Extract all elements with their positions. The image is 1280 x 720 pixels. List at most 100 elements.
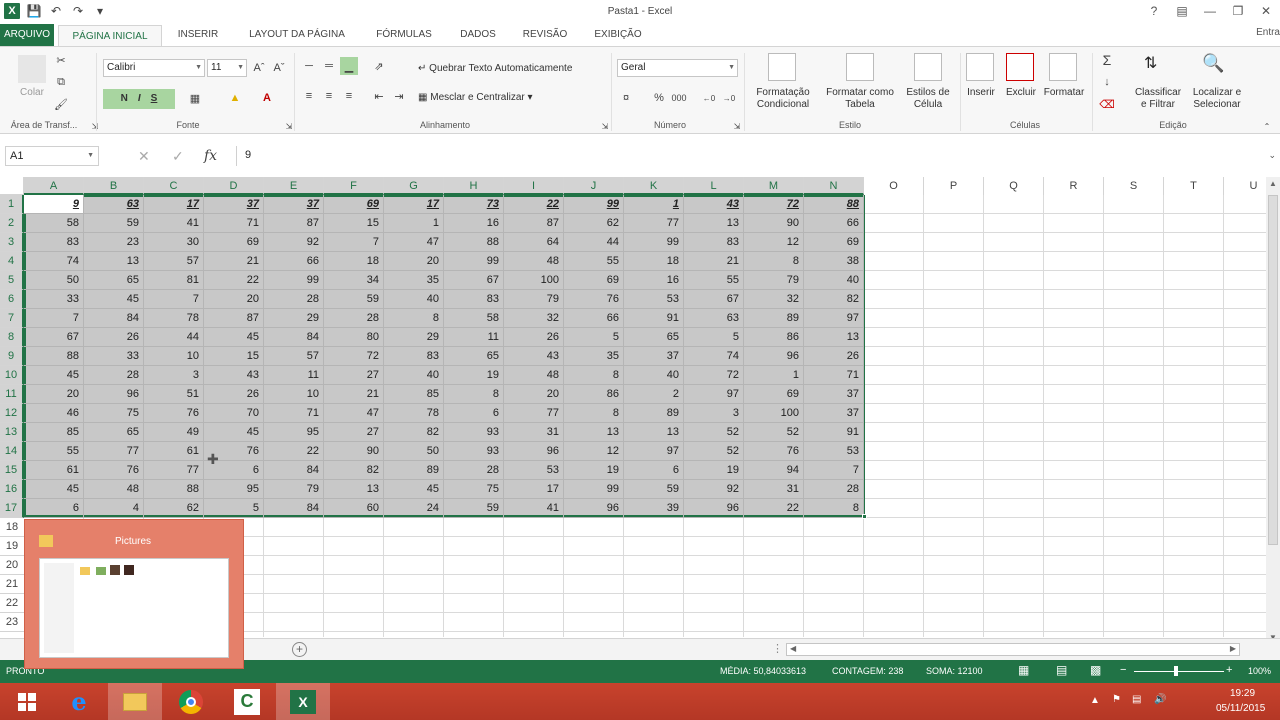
row-header-4[interactable]: 4 <box>0 252 24 271</box>
cell-d1[interactable]: 37 <box>204 195 264 214</box>
cell-l6[interactable]: 67 <box>684 290 744 309</box>
zoom-slider[interactable] <box>1134 671 1224 672</box>
tab-home[interactable]: PÁGINA INICIAL <box>58 25 162 47</box>
column-header-i[interactable]: I <box>504 177 564 195</box>
cell-e15[interactable]: 84 <box>264 461 324 480</box>
cell-n17[interactable]: 8 <box>804 499 864 518</box>
cell-m6[interactable]: 32 <box>744 290 804 309</box>
cell-g7[interactable]: 8 <box>384 309 444 328</box>
cell-a8[interactable]: 67 <box>24 328 84 347</box>
scroll-thumb[interactable] <box>1268 195 1278 545</box>
format-painter-icon[interactable]: 🖌 <box>52 95 70 113</box>
column-header-m[interactable]: M <box>744 177 804 195</box>
help-icon[interactable]: ? <box>1140 0 1168 22</box>
cell-b11[interactable]: 96 <box>84 385 144 404</box>
format-as-table-button[interactable]: Formatar como Tabela <box>820 87 900 111</box>
row-header-13[interactable]: 13 <box>0 423 24 442</box>
cell-k16[interactable]: 59 <box>624 480 684 499</box>
minimize-button[interactable]: — <box>1196 0 1224 22</box>
cell-l8[interactable]: 5 <box>684 328 744 347</box>
row-header-3[interactable]: 3 <box>0 233 24 252</box>
fill-color-icon[interactable]: ▲ <box>226 89 244 107</box>
decrease-indent-icon[interactable]: ⇤ <box>370 87 388 105</box>
cell-m16[interactable]: 31 <box>744 480 804 499</box>
insert-function-button[interactable]: fx <box>204 148 217 164</box>
cell-k1[interactable]: 1 <box>624 195 684 214</box>
cell-c3[interactable]: 30 <box>144 233 204 252</box>
cell-l1[interactable]: 43 <box>684 195 744 214</box>
cell-f16[interactable]: 13 <box>324 480 384 499</box>
italic-button[interactable]: I <box>138 93 141 104</box>
cell-f14[interactable]: 90 <box>324 442 384 461</box>
cell-n10[interactable]: 71 <box>804 366 864 385</box>
row-header-16[interactable]: 16 <box>0 480 24 499</box>
cell-m2[interactable]: 90 <box>744 214 804 233</box>
column-header-l[interactable]: L <box>684 177 744 195</box>
cell-d10[interactable]: 43 <box>204 366 264 385</box>
cell-a12[interactable]: 46 <box>24 404 84 423</box>
cell-l11[interactable]: 97 <box>684 385 744 404</box>
cell-d12[interactable]: 70 <box>204 404 264 423</box>
zoom-in-button[interactable]: + <box>1226 664 1232 676</box>
cell-e10[interactable]: 11 <box>264 366 324 385</box>
row-header-2[interactable]: 2 <box>0 214 24 233</box>
cell-g1[interactable]: 17 <box>384 195 444 214</box>
bold-button[interactable]: N <box>121 93 128 104</box>
cell-l3[interactable]: 83 <box>684 233 744 252</box>
row-header-20[interactable]: 20 <box>0 556 24 575</box>
font-launcher-icon[interactable]: ⇲ <box>280 117 298 135</box>
cell-d6[interactable]: 20 <box>204 290 264 309</box>
cell-n6[interactable]: 82 <box>804 290 864 309</box>
column-header-d[interactable]: D <box>204 177 264 195</box>
cell-i3[interactable]: 64 <box>504 233 564 252</box>
cell-b3[interactable]: 23 <box>84 233 144 252</box>
taskbar-camtasia[interactable]: C <box>220 683 274 720</box>
cell-f2[interactable]: 15 <box>324 214 384 233</box>
cell-h7[interactable]: 58 <box>444 309 504 328</box>
cell-i6[interactable]: 79 <box>504 290 564 309</box>
cell-k10[interactable]: 40 <box>624 366 684 385</box>
cell-l12[interactable]: 3 <box>684 404 744 423</box>
find-select-button[interactable]: Localizar e Selecionar <box>1186 87 1248 111</box>
cell-a16[interactable]: 45 <box>24 480 84 499</box>
cell-b9[interactable]: 33 <box>84 347 144 366</box>
cell-d16[interactable]: 95 <box>204 480 264 499</box>
cell-a6[interactable]: 33 <box>24 290 84 309</box>
cell-e11[interactable]: 10 <box>264 385 324 404</box>
delete-cells-button[interactable]: Excluir <box>1002 87 1040 99</box>
cell-k8[interactable]: 65 <box>624 328 684 347</box>
cell-j1[interactable]: 99 <box>564 195 624 214</box>
cell-a11[interactable]: 20 <box>24 385 84 404</box>
column-header-f[interactable]: F <box>324 177 384 195</box>
thousands-button[interactable]: 000 <box>670 89 688 107</box>
row-header-23[interactable]: 23 <box>0 613 24 632</box>
cell-i13[interactable]: 31 <box>504 423 564 442</box>
cell-h15[interactable]: 28 <box>444 461 504 480</box>
cell-i16[interactable]: 17 <box>504 480 564 499</box>
cell-d9[interactable]: 15 <box>204 347 264 366</box>
cell-a1[interactable]: 9 <box>24 195 84 214</box>
cell-e8[interactable]: 84 <box>264 328 324 347</box>
cell-e9[interactable]: 57 <box>264 347 324 366</box>
expand-formula-icon[interactable]: ⌄ <box>1268 150 1276 161</box>
cell-j16[interactable]: 99 <box>564 480 624 499</box>
cell-f15[interactable]: 82 <box>324 461 384 480</box>
cell-j8[interactable]: 5 <box>564 328 624 347</box>
cell-c8[interactable]: 44 <box>144 328 204 347</box>
cell-g2[interactable]: 1 <box>384 214 444 233</box>
cell-l17[interactable]: 96 <box>684 499 744 518</box>
cell-c1[interactable]: 17 <box>144 195 204 214</box>
cell-f4[interactable]: 18 <box>324 252 384 271</box>
borders-icon[interactable]: ▦ <box>186 89 204 107</box>
taskbar-file-explorer[interactable] <box>108 683 162 720</box>
cell-f10[interactable]: 27 <box>324 366 384 385</box>
cell-d3[interactable]: 69 <box>204 233 264 252</box>
cell-c12[interactable]: 76 <box>144 404 204 423</box>
cell-h10[interactable]: 19 <box>444 366 504 385</box>
select-all-corner[interactable] <box>0 177 24 195</box>
clock-date[interactable]: 05/11/2015 <box>1216 703 1265 714</box>
align-right-icon[interactable]: ≡ <box>340 87 358 105</box>
cell-h6[interactable]: 83 <box>444 290 504 309</box>
cell-f6[interactable]: 59 <box>324 290 384 309</box>
cell-a4[interactable]: 74 <box>24 252 84 271</box>
